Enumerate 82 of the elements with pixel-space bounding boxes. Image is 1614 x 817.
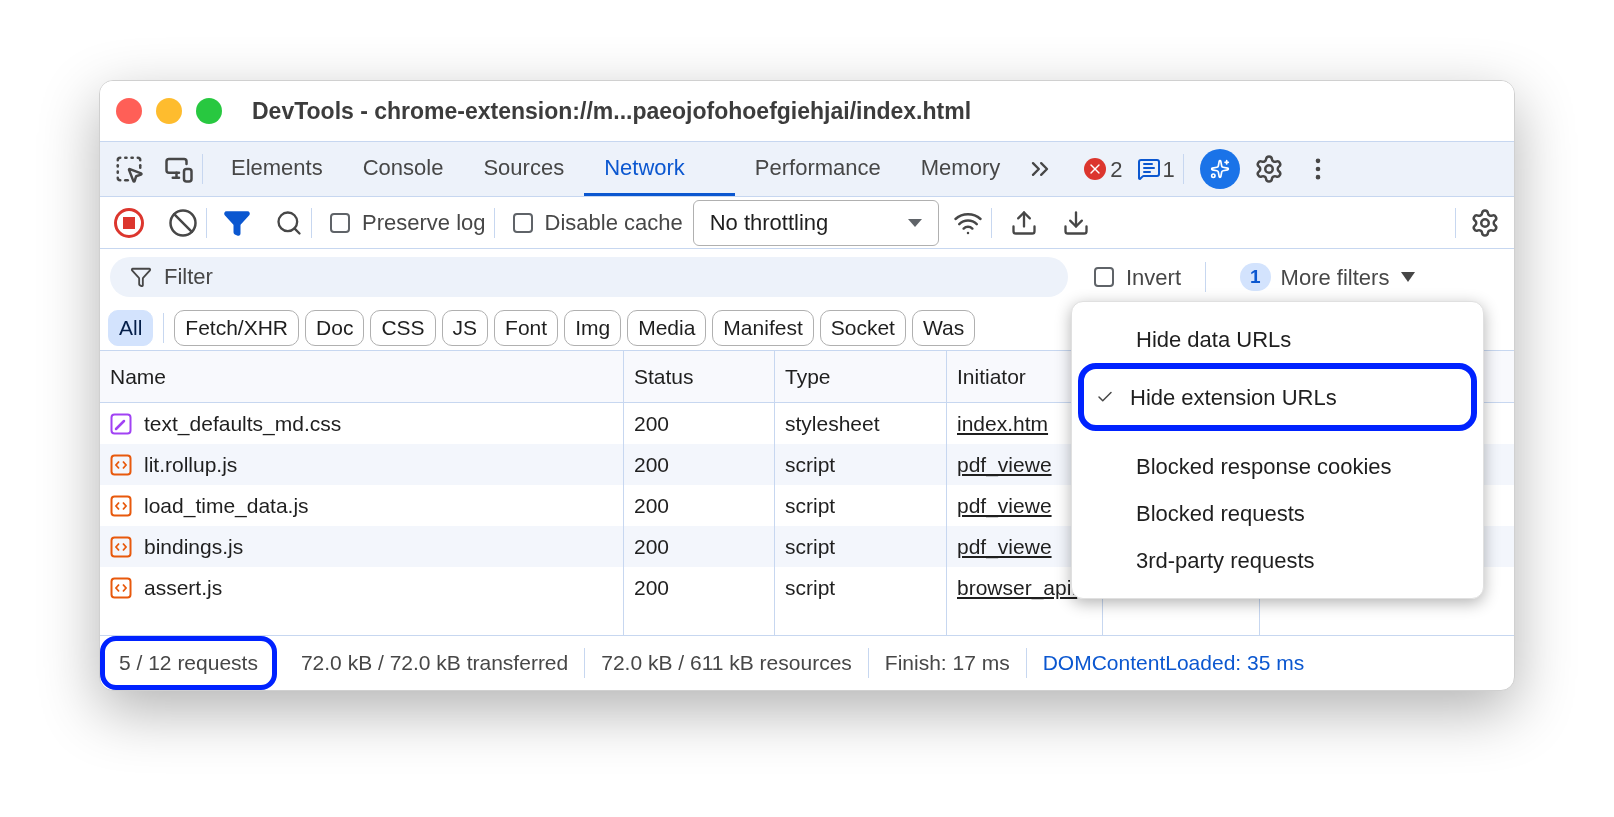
initiator-link[interactable]: index.htm: [957, 407, 1049, 440]
status-text: 5 / 12 requests: [100, 636, 277, 690]
script-file-icon: [110, 453, 132, 476]
clear-icon[interactable]: [168, 207, 198, 238]
table-cell-text: script: [785, 492, 836, 519]
table-cell-text: 200: [634, 451, 670, 478]
table-cell-text: 200: [634, 410, 670, 437]
inspect-element-icon[interactable]: [114, 154, 144, 184]
table-cell-text: 200: [634, 492, 670, 519]
column-header[interactable]: Name: [100, 351, 624, 402]
table-cell-text: script: [785, 574, 836, 601]
close-window-button[interactable]: [116, 98, 142, 124]
table-cell-text: 200: [634, 574, 670, 601]
panel-tab[interactable]: Network: [584, 142, 735, 196]
table-cell-text: script: [785, 451, 836, 478]
filter-icon: [130, 266, 152, 288]
search-icon[interactable]: [275, 208, 303, 237]
status-text: Finish: 17 ms: [883, 650, 1011, 677]
panel-tab[interactable]: Performance: [734, 142, 901, 196]
type-filter-chip[interactable]: Manifest: [712, 309, 814, 346]
table-cell-text: assert.js: [144, 574, 223, 601]
table-cell-text: text_defaults_md.css: [144, 410, 342, 438]
dropdown-arrow-icon: [1401, 272, 1416, 282]
panel-tab[interactable]: Memory: [900, 142, 1021, 196]
message-icon[interactable]: [1136, 157, 1161, 181]
menu-item[interactable]: 3rd-party requests: [1084, 537, 1471, 584]
preserve-log-checkbox[interactable]: [330, 212, 350, 233]
throttling-dropdown[interactable]: No throttling: [692, 199, 939, 246]
type-filter-chip[interactable]: Was: [911, 309, 976, 346]
stylesheet-file-icon: [110, 412, 132, 435]
panel-tab[interactable]: Elements: [211, 142, 343, 196]
table-cell-text: bindings.js: [144, 533, 244, 560]
disable-cache-checkbox[interactable]: [512, 212, 533, 233]
preserve-log-label: Preserve log: [362, 209, 486, 237]
settings-icon[interactable]: [1253, 154, 1284, 184]
panel-tab[interactable]: Sources: [463, 142, 585, 196]
ai-assistance-icon[interactable]: [1199, 149, 1240, 189]
menu-item[interactable]: Hide extension URLs: [1078, 363, 1477, 431]
type-filter-chip[interactable]: JS: [441, 309, 489, 346]
stop-recording-icon[interactable]: [114, 207, 144, 238]
type-filter-chip[interactable]: Fetch/XHR: [174, 309, 300, 346]
type-filter-chip[interactable]: CSS: [370, 309, 436, 346]
filter-count-badge: 1: [1240, 263, 1271, 291]
filter-icon[interactable]: [223, 208, 251, 237]
status-text: 72.0 kB / 611 kB resources: [600, 650, 853, 677]
menu-item[interactable]: Blocked requests: [1084, 490, 1471, 537]
filter-field[interactable]: Filter: [110, 257, 1068, 297]
status-text: 72.0 kB / 72.0 kB transferred: [299, 650, 570, 677]
disable-cache-label: Disable cache: [544, 209, 683, 237]
more-filters-button[interactable]: More filters: [1280, 260, 1416, 294]
type-filter-chip[interactable]: Font: [494, 309, 559, 346]
script-file-icon: [110, 494, 132, 517]
error-count: 2: [1110, 155, 1123, 184]
upload-icon[interactable]: [1009, 208, 1038, 237]
error-icon[interactable]: [1084, 158, 1107, 180]
panel-tab[interactable]: Console: [342, 142, 464, 196]
network-settings-icon[interactable]: [1470, 207, 1500, 238]
type-filter-chip[interactable]: All: [108, 309, 154, 346]
invert-checkbox[interactable]: [1094, 267, 1114, 287]
column-header[interactable]: Status: [624, 351, 775, 402]
table-cell-text: script: [785, 533, 836, 560]
table-cell-text: stylesheet: [785, 410, 880, 437]
initiator-link[interactable]: pdf_viewe: [957, 489, 1052, 522]
type-filter-chip[interactable]: Img: [564, 309, 622, 346]
download-icon[interactable]: [1061, 208, 1090, 237]
initiator-link[interactable]: pdf_viewe: [957, 448, 1052, 481]
window-title: DevTools - chrome-extension://m...paeojofohoefgiehjai/index.html: [252, 96, 972, 126]
invert-label: Invert: [1126, 263, 1182, 292]
column-header[interactable]: Type: [775, 351, 947, 402]
type-filter-chip[interactable]: Socket: [819, 309, 906, 346]
script-file-icon: [110, 576, 132, 599]
message-count: 1: [1162, 155, 1175, 184]
type-filter-chip[interactable]: Media: [627, 309, 707, 346]
dropdown-arrow-icon: [907, 218, 922, 227]
dom-content-loaded-link[interactable]: DOMContentLoaded: 35 ms: [1026, 647, 1321, 679]
table-cell-text: load_time_data.js: [144, 492, 309, 520]
type-filter-chip[interactable]: Doc: [305, 309, 365, 346]
table-cell-text: 200: [634, 533, 670, 560]
menu-item[interactable]: Blocked response cookies: [1084, 443, 1471, 490]
script-file-icon: [110, 535, 132, 558]
initiator-link[interactable]: pdf_viewe: [957, 530, 1052, 563]
table-cell-text: lit.rollup.js: [144, 451, 238, 478]
